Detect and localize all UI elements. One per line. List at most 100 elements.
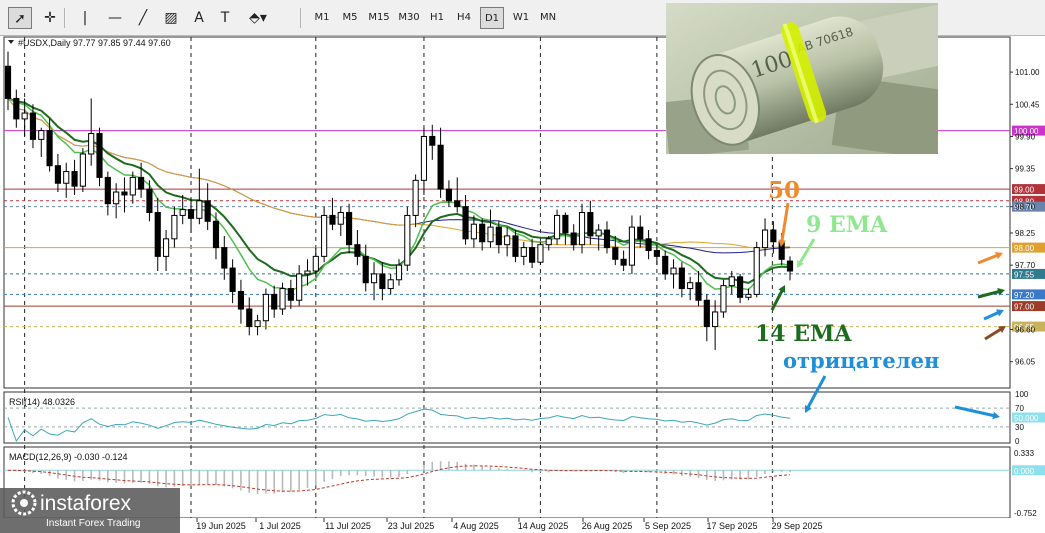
bearish-candle xyxy=(770,229,777,243)
bullish-candle xyxy=(628,226,636,266)
bearish-candle xyxy=(187,209,195,219)
bullish-candle xyxy=(321,214,328,257)
bullish-candle xyxy=(387,279,394,290)
time-tick-label: 23 Jul 2025 xyxy=(388,521,435,531)
toolbar-separator xyxy=(64,8,65,28)
bearish-candle xyxy=(4,65,12,99)
bullish-candle xyxy=(113,191,120,205)
annotation-label: 9 EMA xyxy=(806,212,888,238)
bearish-candle xyxy=(346,212,353,246)
timeframe-mn[interactable]: MN xyxy=(535,7,561,29)
timeframe-m30[interactable]: M30 xyxy=(394,7,424,29)
timeframe-h4[interactable]: H4 xyxy=(451,7,477,29)
bullish-candle xyxy=(88,133,95,155)
bearish-candle xyxy=(653,250,660,257)
bearish-candle xyxy=(71,171,78,187)
bullish-candle xyxy=(179,209,186,216)
bullish-candle xyxy=(337,212,344,225)
bullish-candle xyxy=(545,238,552,246)
annotation-label: отрицателен xyxy=(783,348,939,373)
price-tick-label: 99.35 xyxy=(1015,165,1036,174)
bearish-candle xyxy=(437,144,444,190)
price-tick-label: 98.25 xyxy=(1015,229,1036,238)
price-tick-label: 98.70 xyxy=(1015,203,1036,212)
level-price-label: 97.20 xyxy=(1014,291,1035,300)
bullish-candle xyxy=(129,176,136,196)
bullish-candle xyxy=(304,270,311,275)
macd-label: MACD(12,26,9) -0.030 -0.124 xyxy=(9,452,128,462)
channel-icon[interactable]: ▨ xyxy=(159,7,183,29)
bearish-candle xyxy=(246,308,253,328)
time-tick-label: 5 Sep 2025 xyxy=(645,521,691,531)
bullish-candle xyxy=(578,212,586,246)
bearish-candle xyxy=(138,176,145,190)
bearish-candle xyxy=(445,188,452,202)
bullish-candle xyxy=(412,179,419,216)
time-tick-label: 11 Jul 2025 xyxy=(325,521,371,531)
timeframe-d1[interactable]: D1 xyxy=(480,7,504,29)
annotation-label: 14 EMA xyxy=(755,321,852,347)
rsi-tick-label: 100 xyxy=(1015,390,1029,399)
toolbar-separator xyxy=(300,8,301,28)
bullish-candle xyxy=(753,247,760,295)
time-tick-label: 26 Aug 2025 xyxy=(582,521,633,531)
macd-tick-label: 0.000 xyxy=(1014,467,1035,476)
bearish-candle xyxy=(46,130,53,167)
annotation-label: 50 xyxy=(768,177,800,204)
symbol-header: #USDX,Daily 97.77 97.85 97.44 97.60 xyxy=(18,38,171,48)
time-tick-label: 17 Sep 2025 xyxy=(706,521,757,531)
bearish-candle xyxy=(29,112,37,140)
trendline-icon[interactable]: ╱ xyxy=(131,7,155,29)
bearish-candle xyxy=(287,288,294,301)
horizontal-line-icon[interactable]: — xyxy=(103,7,127,29)
bullish-candle xyxy=(745,293,752,298)
bearish-candle xyxy=(786,260,794,272)
bullish-candle xyxy=(761,229,769,249)
crosshair-icon[interactable]: ✛ xyxy=(38,7,62,29)
bullish-candle xyxy=(296,273,303,301)
rsi-marked-value: 50.000 xyxy=(1014,414,1039,423)
level-price-label: 97.55 xyxy=(1014,270,1035,279)
bearish-candle xyxy=(96,133,103,178)
bullish-candle xyxy=(254,320,261,328)
bullish-candle xyxy=(196,200,203,219)
vertical-line-icon[interactable]: | xyxy=(73,7,97,29)
bearish-candle xyxy=(529,247,536,263)
timeframe-m1[interactable]: M1 xyxy=(309,7,335,29)
price-tick-label: 101.00 xyxy=(1015,68,1040,77)
time-tick-label: 4 Aug 2025 xyxy=(453,521,499,531)
bullish-candle xyxy=(728,276,735,287)
macd-tick-label: -0.752 xyxy=(1014,509,1037,518)
timeframe-h1[interactable]: H1 xyxy=(426,7,448,29)
bullish-candle xyxy=(537,244,544,263)
price-tick-label: 97.70 xyxy=(1015,261,1036,270)
timeframe-m5[interactable]: M5 xyxy=(337,7,363,29)
bearish-candle xyxy=(678,267,685,290)
bearish-candle xyxy=(379,273,386,290)
time-tick-label: 1 Jul 2025 xyxy=(259,521,301,531)
timeframe-m15[interactable]: M15 xyxy=(365,7,393,29)
price-tick-label: 96.60 xyxy=(1015,326,1036,335)
bearish-candle xyxy=(645,238,652,252)
bearish-candle xyxy=(329,214,336,225)
watermark-brand: instaforex xyxy=(40,492,132,515)
timeframe-w1[interactable]: W1 xyxy=(509,7,533,29)
time-tick-label: 19 Jun 2025 xyxy=(196,521,246,531)
text-tool-icon[interactable]: A xyxy=(187,7,211,29)
bearish-candle xyxy=(104,176,111,205)
bearish-candle xyxy=(271,293,278,310)
macd-tick-label: 0.333 xyxy=(1014,449,1035,458)
bearish-candle xyxy=(612,247,619,260)
bullish-candle xyxy=(670,267,677,275)
price-tick-label: 96.05 xyxy=(1015,358,1036,367)
bearish-candle xyxy=(587,212,594,237)
bullish-candle xyxy=(487,226,494,243)
text-label-icon[interactable]: T xyxy=(213,7,237,29)
shapes-menu-icon[interactable]: ⬘▾ xyxy=(241,7,275,29)
time-tick-label: 29 Sep 2025 xyxy=(771,521,822,531)
bullish-candle xyxy=(687,282,694,290)
cursor-arrow-icon[interactable]: ➚ xyxy=(8,7,32,29)
bullish-candle xyxy=(171,214,178,240)
money-roll-photo: 100 AB 70618 xyxy=(666,3,938,154)
bearish-candle xyxy=(637,226,644,240)
